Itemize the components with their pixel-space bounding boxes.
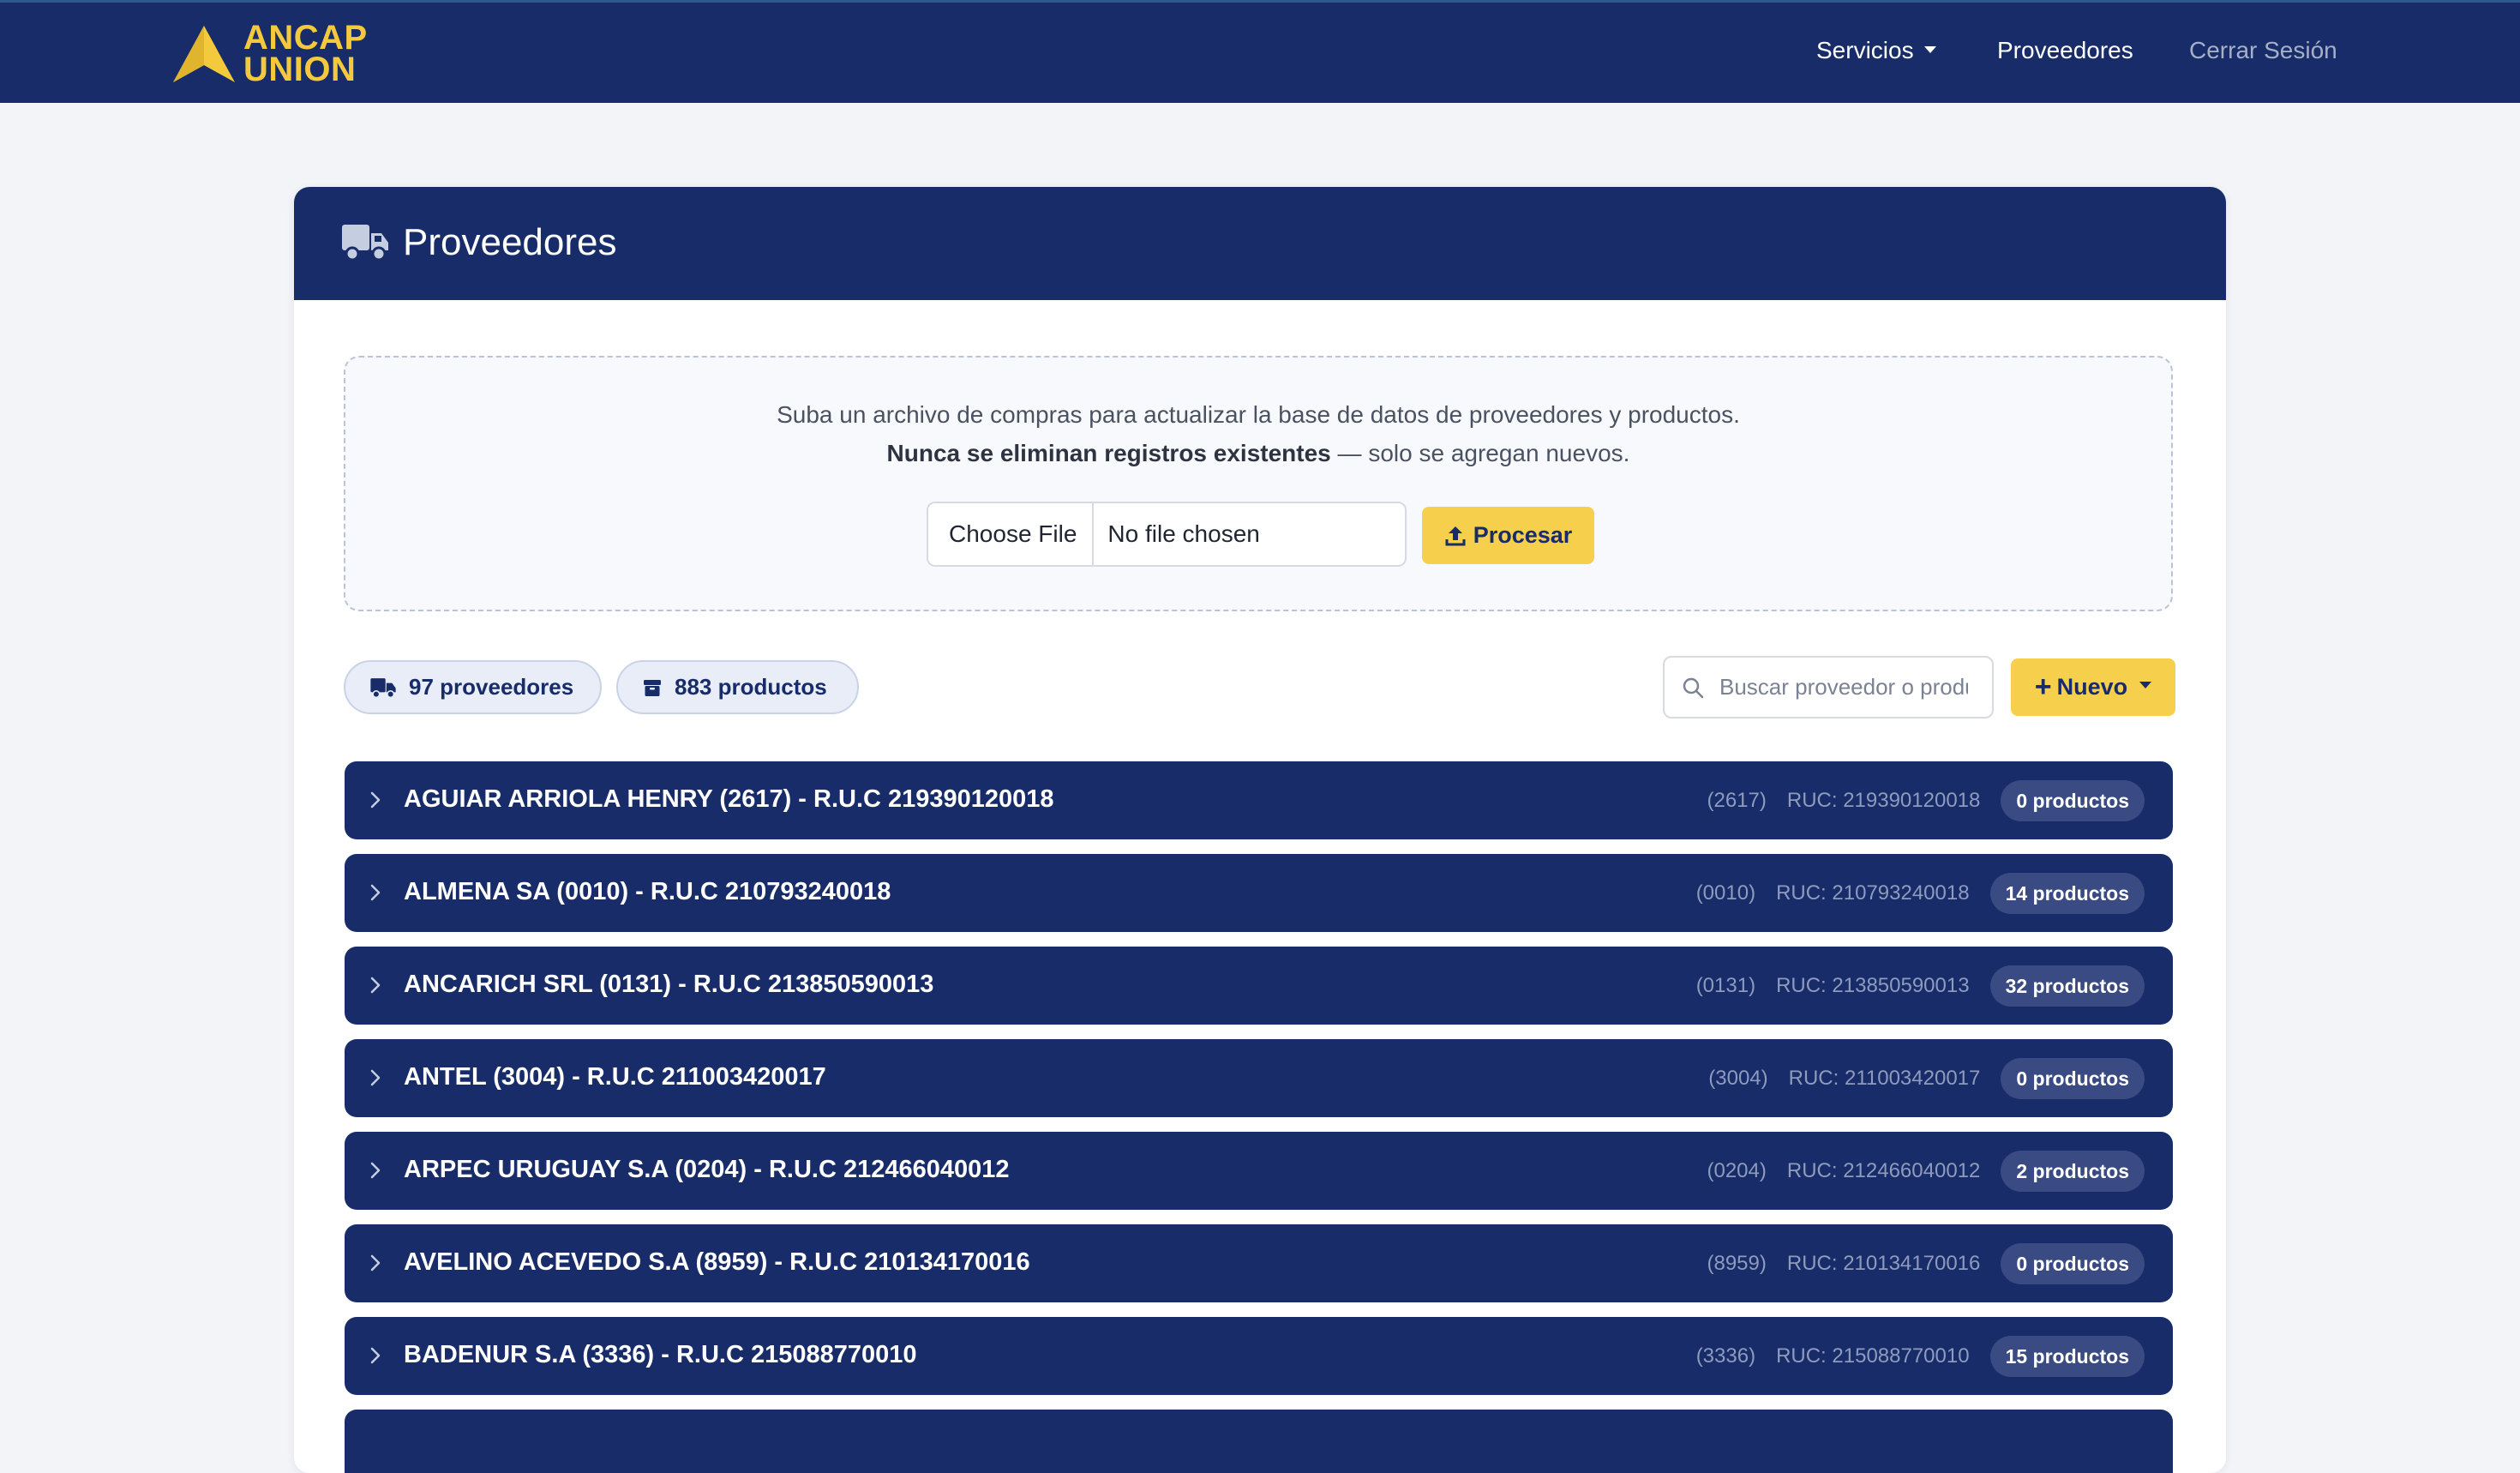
- page-title: Proveedores: [403, 221, 617, 263]
- supplier-code: (3004): [1708, 1067, 1768, 1090]
- upload-warning: Nunca se eliminan registros existentes —…: [345, 440, 2171, 467]
- plus-icon: +: [2034, 670, 2052, 703]
- supplier-row[interactable]: ANCARICH SRL (0131) - R.U.C 213850590013…: [345, 947, 2173, 1025]
- upload-warning-rest: — solo se agregan nuevos.: [1330, 440, 1630, 466]
- supplier-row[interactable]: ARPEC URUGUAY S.A (0204) - R.U.C 2124660…: [345, 1132, 2173, 1210]
- chevron-right-icon: [370, 791, 381, 809]
- supplier-meta: (0204) RUC: 212466040012 2 productos: [1707, 1151, 2145, 1192]
- product-count-badge: 2 productos: [2001, 1151, 2145, 1192]
- product-count-badge: 0 productos: [2001, 1058, 2145, 1099]
- supplier-ruc: RUC: 210134170016: [1786, 1252, 1981, 1275]
- chevron-right-icon: [370, 977, 381, 994]
- supplier-ruc: RUC: 212466040012: [1786, 1159, 1981, 1182]
- upload-dropzone: Suba un archivo de compras para actualiz…: [344, 356, 2173, 611]
- supplier-meta: (3004) RUC: 211003420017 0 productos: [1708, 1058, 2145, 1099]
- supplier-name: AVELINO ACEVEDO S.A (8959) - R.U.C 21013…: [404, 1248, 1030, 1276]
- upload-warning-bold: Nunca se eliminan registros existentes: [886, 440, 1331, 466]
- search-input[interactable]: [1718, 673, 1970, 701]
- supplier-ruc: RUC: 211003420017: [1788, 1067, 1981, 1090]
- upload-icon: [1445, 526, 1466, 545]
- supplier-meta: (8959) RUC: 210134170016 0 productos: [1707, 1243, 2145, 1284]
- chevron-right-icon: [370, 1254, 381, 1272]
- file-input[interactable]: Choose File No file chosen: [927, 502, 1407, 567]
- suppliers-count-badge: 97 proveedores: [344, 660, 602, 714]
- truck-icon: [342, 225, 388, 262]
- products-count-label: 883 productos: [675, 674, 827, 700]
- product-count-badge: 15 productos: [1989, 1336, 2145, 1377]
- nav-servicios-dropdown[interactable]: Servicios: [1816, 37, 1936, 64]
- supplier-code: (0010): [1695, 881, 1756, 905]
- supplier-row[interactable]: BADENUR S.A (3336) - R.U.C 215088770010 (…: [345, 1317, 2173, 1395]
- chevron-right-icon: [370, 1162, 381, 1179]
- chevron-down-icon: [2139, 681, 2152, 688]
- chevron-right-icon: [370, 884, 381, 901]
- suppliers-count-label: 97 proveedores: [409, 674, 574, 700]
- procesar-label: Procesar: [1473, 522, 1573, 548]
- suppliers-card: Proveedores Suba un archivo de compras p…: [294, 187, 2226, 1473]
- supplier-meta: (3336) RUC: 215088770010 15 productos: [1696, 1336, 2145, 1377]
- products-count-badge: 883 productos: [616, 660, 859, 714]
- supplier-code: (2617): [1707, 789, 1767, 812]
- supplier-name: ANTEL (3004) - R.U.C 211003420017: [404, 1063, 826, 1091]
- product-count-badge: 32 productos: [1989, 965, 2145, 1007]
- supplier-meta: (0131) RUC: 213850590013 32 productos: [1696, 965, 2145, 1007]
- supplier-meta: (0010) RUC: 210793240018 14 productos: [1696, 873, 2145, 914]
- supplier-row[interactable]: AGUIAR ARRIOLA HENRY (2617) - R.U.C 2193…: [345, 761, 2173, 839]
- supplier-ruc: RUC: 210793240018: [1776, 881, 1970, 905]
- upload-description: Suba un archivo de compras para actualiz…: [777, 401, 1740, 428]
- nav-proveedores-link[interactable]: Proveedores: [1997, 37, 2133, 64]
- box-icon: [644, 679, 661, 696]
- supplier-code: (0204): [1707, 1159, 1767, 1182]
- supplier-name: BADENUR S.A (3336) - R.U.C 215088770010: [404, 1341, 917, 1368]
- supplier-ruc: RUC: 213850590013: [1776, 974, 1970, 997]
- procesar-button[interactable]: Procesar: [1422, 507, 1594, 564]
- nav-links: Servicios Proveedores Cerrar Sesión: [0, 3, 2520, 103]
- supplier-row[interactable]: AVELINO ACEVEDO S.A (8959) - R.U.C 21013…: [345, 1224, 2173, 1302]
- supplier-row[interactable]: [345, 1410, 2173, 1473]
- truck-icon: [370, 677, 396, 698]
- nuevo-dropdown-button[interactable]: + Nuevo: [2011, 658, 2175, 716]
- card-header: Proveedores: [294, 187, 2226, 300]
- nuevo-label: Nuevo: [2056, 674, 2128, 700]
- top-navbar: ANCAP UNION Servicios Proveedores Cerrar…: [0, 0, 2520, 103]
- supplier-row[interactable]: ALMENA SA (0010) - R.U.C 210793240018 (00…: [345, 854, 2173, 932]
- search-field[interactable]: [1663, 656, 1994, 718]
- supplier-name: ANCARICH SRL (0131) - R.U.C 213850590013: [404, 971, 934, 998]
- nav-servicios-label: Servicios: [1816, 37, 1914, 63]
- file-status-text: No file chosen: [1107, 520, 1260, 547]
- supplier-code: (0131): [1695, 974, 1756, 997]
- product-count-badge: 14 productos: [1989, 873, 2145, 914]
- chevron-right-icon: [370, 1347, 381, 1364]
- choose-file-button[interactable]: Choose File: [928, 503, 1095, 565]
- supplier-name: ARPEC URUGUAY S.A (0204) - R.U.C 2124660…: [404, 1156, 1010, 1183]
- supplier-name: AGUIAR ARRIOLA HENRY (2617) - R.U.C 2193…: [404, 785, 1054, 813]
- supplier-ruc: RUC: 215088770010: [1776, 1344, 1970, 1368]
- product-count-badge: 0 productos: [2001, 780, 2145, 821]
- supplier-code: (8959): [1707, 1252, 1767, 1275]
- search-icon: [1683, 677, 1704, 698]
- product-count-badge: 0 productos: [2001, 1243, 2145, 1284]
- supplier-name: ALMENA SA (0010) - R.U.C 210793240018: [404, 878, 891, 905]
- supplier-ruc: RUC: 219390120018: [1786, 789, 1981, 812]
- chevron-right-icon: [370, 1069, 381, 1086]
- supplier-code: (3336): [1695, 1344, 1756, 1368]
- supplier-meta: (2617) RUC: 219390120018 0 productos: [1707, 780, 2145, 821]
- supplier-row[interactable]: ANTEL (3004) - R.U.C 211003420017 (3004) R…: [345, 1039, 2173, 1117]
- chevron-down-icon: [1923, 45, 1936, 53]
- nav-logout-link[interactable]: Cerrar Sesión: [2189, 37, 2337, 64]
